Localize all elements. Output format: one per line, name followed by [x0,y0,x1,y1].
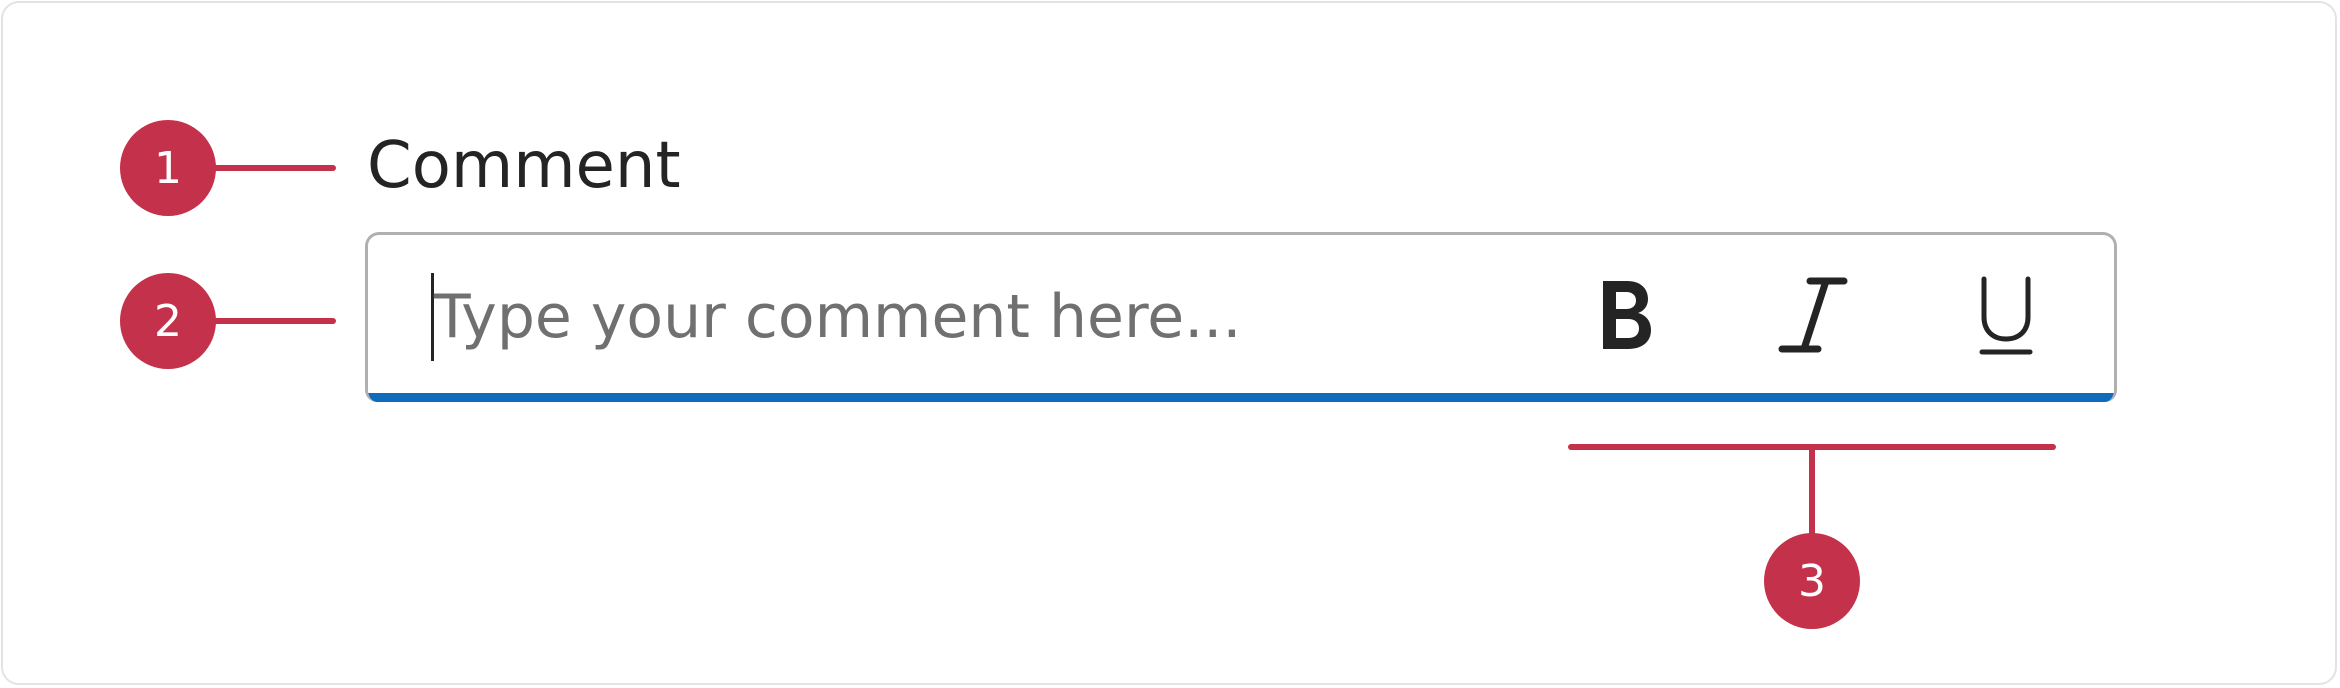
callout-marker-2: 2 [120,273,216,369]
callout-line-2 [212,318,336,324]
underline-button[interactable] [1956,265,2056,365]
callout-line-1 [212,165,336,171]
comment-input[interactable]: Type your comment here... [365,232,2117,402]
field-label: Comment [367,129,681,203]
comment-placeholder: Type your comment here... [434,282,1242,352]
callout-marker-3-number: 3 [1798,555,1826,607]
callout-line-3 [1809,447,1815,537]
bold-icon [1603,281,1651,349]
callout-marker-3: 3 [1764,533,1860,629]
italic-icon [1778,277,1848,353]
callout-marker-1: 1 [120,120,216,216]
callout-marker-1-number: 1 [154,142,182,194]
bold-button[interactable] [1575,265,1675,365]
callout-marker-2-number: 2 [154,295,182,347]
underline-icon [1979,276,2033,355]
focus-underline [368,393,2114,402]
italic-button[interactable] [1764,265,1864,365]
